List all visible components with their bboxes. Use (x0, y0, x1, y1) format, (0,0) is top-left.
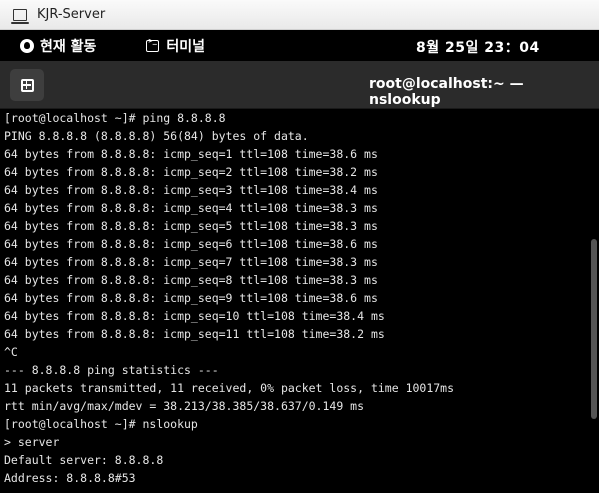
monitor-icon (11, 8, 29, 24)
terminal-line: Address: 8.8.8.8#53 (4, 471, 136, 485)
terminal-line: 64 bytes from 8.8.8.8: icmp_seq=6 ttl=10… (4, 237, 378, 251)
host-window-titlebar[interactable]: KJR-Server (0, 0, 599, 30)
new-tab-icon (20, 78, 34, 92)
terminal-line: 64 bytes from 8.8.8.8: icmp_seq=10 ttl=1… (4, 309, 385, 323)
terminal-line: 11 packets transmitted, 11 received, 0% … (4, 381, 455, 395)
app-menu-label: 터미널 (166, 38, 206, 55)
terminal-line: 64 bytes from 8.8.8.8: icmp_seq=7 ttl=10… (4, 255, 378, 269)
terminal-line: 64 bytes from 8.8.8.8: icmp_seq=8 ttl=10… (4, 273, 378, 287)
terminal-line: > server (4, 435, 60, 449)
terminal-output[interactable]: [root@localhost ~]# ping 8.8.8.8 PING 8.8… (0, 109, 599, 493)
terminal-line: 64 bytes from 8.8.8.8: icmp_seq=1 ttl=10… (4, 147, 378, 161)
terminal-lines: [root@localhost ~]# ping 8.8.8.8 PING 8.8… (0, 109, 599, 487)
new-tab-button[interactable] (10, 69, 44, 101)
gnome-foot-icon (20, 38, 34, 53)
activities-label: 현재 활동 (40, 38, 97, 55)
gnome-top-bar: 현재 활동 터미널 8월 25일 23：04 (0, 30, 599, 61)
terminal-line: 64 bytes from 8.8.8.8: icmp_seq=9 ttl=10… (4, 291, 378, 305)
terminal-line: ^C (4, 345, 18, 359)
terminal-line: rtt min/avg/max/mdev = 38.213/38.385/38.… (4, 399, 365, 413)
terminal-headerbar: root@localhost:~ — nslookup (0, 61, 599, 109)
terminal-line: [root@localhost ~]# ping 8.8.8.8 (4, 111, 226, 125)
app-menu-terminal[interactable]: 터미널 (146, 36, 205, 56)
terminal-line: PING 8.8.8.8 (8.8.8.8) 56(84) bytes of d… (4, 129, 309, 143)
terminal-scrollbar[interactable] (591, 109, 597, 493)
terminal-line: --- 8.8.8.8 ping statistics --- (4, 363, 219, 377)
terminal-line: 64 bytes from 8.8.8.8: icmp_seq=2 ttl=10… (4, 165, 378, 179)
scrollbar-thumb[interactable] (591, 239, 597, 419)
terminal-icon (146, 37, 160, 52)
terminal-line: 64 bytes from 8.8.8.8: icmp_seq=5 ttl=10… (4, 219, 378, 233)
terminal-line: 64 bytes from 8.8.8.8: icmp_seq=11 ttl=1… (4, 327, 385, 341)
clock[interactable]: 8월 25일 23：04 (416, 37, 540, 57)
terminal-line: [root@localhost ~]# nslookup (4, 417, 198, 431)
terminal-line: 64 bytes from 8.8.8.8: icmp_seq=4 ttl=10… (4, 201, 378, 215)
terminal-title: root@localhost:~ — nslookup (369, 76, 524, 108)
terminal-line: Default server: 8.8.8.8 (4, 453, 164, 467)
activities-button[interactable]: 현재 활동 (20, 36, 96, 56)
host-window-title: KJR-Server (37, 7, 106, 22)
terminal-line: 64 bytes from 8.8.8.8: icmp_seq=3 ttl=10… (4, 183, 378, 197)
